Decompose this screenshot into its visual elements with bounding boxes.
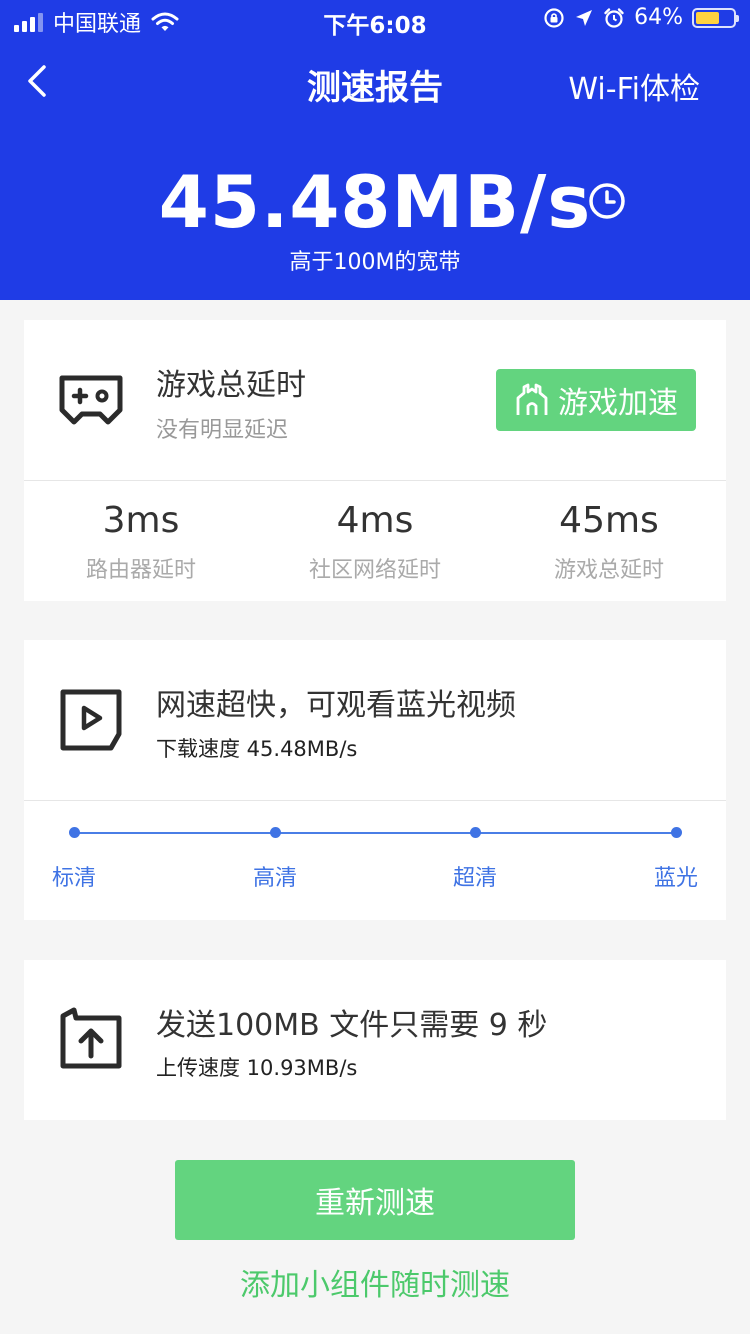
quality-dot [671,827,682,838]
stat-community-latency: 4ms 社区网络延时 [258,498,492,584]
game-boost-button[interactable]: 游戏加速 [496,369,696,431]
quality-dot [69,827,80,838]
speed-summary: 45.48MB/s [0,160,750,244]
upload-title: 发送100MB 文件只需要 9 秒 [156,1008,548,1043]
video-quality-title: 网速超快，可观看蓝光视频 [156,688,516,723]
video-play-icon [60,689,122,751]
game-latency-title: 游戏总延时 [156,368,306,403]
download-speed-text: 下载速度 45.48MB/s [156,737,358,761]
quality-label-sd: 标清 [51,866,96,891]
upload-speed-text: 上传速度 10.93MB/s [156,1056,358,1080]
quality-label-hd: 高清 [252,866,297,891]
battery-percent: 64% [634,5,683,30]
stat-label: 路由器延时 [85,558,196,583]
stat-router-latency: 3ms 路由器延时 [24,498,258,584]
speed-subtitle: 高于100M的宽带 [289,250,461,275]
game-boost-label: 游戏加速 [558,386,678,421]
stat-game-total-latency: 45ms 游戏总延时 [492,498,726,584]
speed-value: 45.48MB/s [158,160,592,244]
gamepad-icon [59,375,123,425]
wifi-checkup-link[interactable]: Wi-Fi体检 [568,64,700,108]
stat-value: 4ms [336,500,414,541]
stat-label: 社区网络延时 [308,558,441,583]
game-latency-card: 游戏总延时 没有明显延迟 游戏加速 3ms 路由器延时 4ms 社区网络延时 4… [24,320,726,601]
divider [24,480,726,481]
stat-value: 45ms [559,500,659,541]
video-quality-card: 网速超快，可观看蓝光视频 下载速度 45.48MB/s 标清 高清 超清 蓝光 [24,640,726,920]
status-right: 64% [543,5,739,30]
quality-label-bluray: 蓝光 [653,866,698,891]
header: 中国联通 下午6:08 64% 测速报告 Wi-Fi体检 45.48MB/s 高… [0,0,750,300]
battery-level [696,11,720,24]
folder-upload-icon [60,1007,122,1069]
quality-track [74,832,676,834]
quality-dot [470,827,481,838]
game-latency-subtitle: 没有明显延迟 [156,418,289,443]
battery-icon [692,7,739,28]
upload-card: 发送100MB 文件只需要 9 秒 上传速度 10.93MB/s [24,960,726,1120]
alarm-icon [604,7,624,28]
retest-button[interactable]: 重新测速 [175,1160,575,1240]
add-widget-link[interactable]: 添加小组件随时测速 [0,1260,750,1304]
castle-icon [516,383,548,415]
quality-label-fhd: 超清 [452,866,497,891]
stat-value: 3ms [102,500,180,541]
status-bar: 中国联通 下午6:08 64% [0,0,750,40]
divider [24,800,726,801]
stat-label: 游戏总延时 [553,558,664,583]
quality-dot [270,827,281,838]
location-icon [576,9,593,26]
rotation-lock-icon [544,7,564,28]
clock-icon[interactable] [586,180,628,222]
